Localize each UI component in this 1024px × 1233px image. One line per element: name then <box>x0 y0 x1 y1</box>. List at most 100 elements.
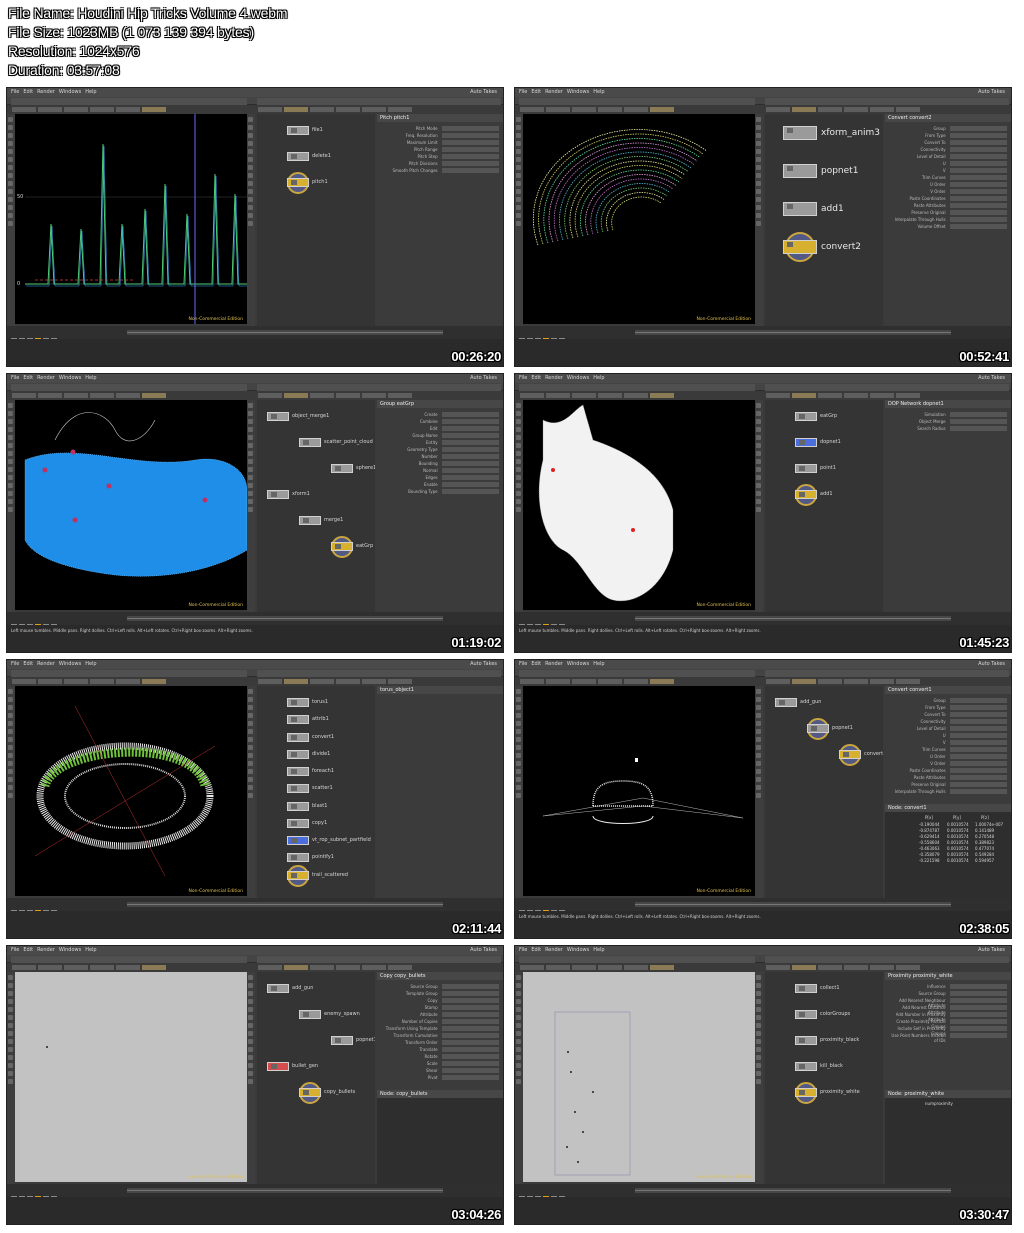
parameter-field[interactable] <box>950 740 1007 745</box>
parameter-row[interactable]: Pitch Range <box>381 147 499 152</box>
network-node[interactable] <box>287 853 309 863</box>
parameter-field[interactable] <box>950 168 1007 173</box>
parameter-pane[interactable]: Convert convert2 Group From Type Convert To… <box>885 114 1011 326</box>
viewport-tools[interactable] <box>515 114 523 326</box>
timeline-slider[interactable] <box>635 1188 951 1193</box>
network-editor[interactable]: torus1 attrib1 convert1 divide1 foreach1 scat… <box>257 686 375 898</box>
scene-viewport[interactable]: Non-Commercial Edition <box>523 400 755 610</box>
parameter-row[interactable]: From Type <box>889 133 1007 138</box>
parameter-row[interactable]: Object Merge <box>889 419 1007 424</box>
parameter-row[interactable]: Include Self in Proximity Groups <box>889 1026 1007 1036</box>
parameter-row[interactable]: Convert To <box>889 140 1007 145</box>
parameter-field[interactable] <box>950 998 1007 1003</box>
pane-tabs[interactable] <box>11 956 247 970</box>
parameter-field[interactable] <box>442 998 499 1003</box>
parameter-row[interactable]: Copy <box>381 998 499 1003</box>
parameter-field[interactable] <box>950 196 1007 201</box>
scene-viewport[interactable]: Non-Commercial Edition <box>15 972 247 1182</box>
parameter-row[interactable]: U <box>889 733 1007 738</box>
parameter-row[interactable]: Pitch Mode <box>381 126 499 131</box>
menu-item[interactable]: Edit <box>23 947 33 953</box>
menu-item[interactable]: File <box>519 947 527 953</box>
parameter-field[interactable] <box>442 1068 499 1073</box>
viewport-tools[interactable] <box>7 400 15 612</box>
parameter-row[interactable]: Bounding Type <box>381 489 499 494</box>
network-tabs[interactable] <box>765 956 1009 970</box>
parameter-row[interactable]: Number <box>381 454 499 459</box>
parameter-row[interactable]: Group <box>889 126 1007 131</box>
parameter-row[interactable]: Volume Offset <box>889 224 1007 229</box>
network-node[interactable] <box>287 784 309 794</box>
timeline-slider[interactable] <box>127 616 443 621</box>
menu-item[interactable]: Help <box>593 375 604 381</box>
network-node[interactable] <box>287 767 309 777</box>
parameter-row[interactable]: Add Nearest Neighbour Attribute <box>889 998 1007 1008</box>
parameter-field[interactable] <box>950 175 1007 180</box>
parameter-field[interactable] <box>442 1026 499 1031</box>
network-node[interactable] <box>299 438 321 447</box>
parameter-row[interactable]: Trim Curves <box>889 747 1007 752</box>
network-node[interactable] <box>299 1088 321 1097</box>
network-node[interactable] <box>795 1062 817 1071</box>
network-node[interactable] <box>795 1088 817 1097</box>
parameter-field[interactable] <box>442 426 499 431</box>
parameter-pane[interactable]: torus_object1 <box>377 686 503 898</box>
network-node[interactable] <box>795 490 817 499</box>
menu-item[interactable]: Edit <box>531 661 541 667</box>
parameter-row[interactable]: Normal <box>381 468 499 473</box>
network-node[interactable] <box>795 1010 817 1019</box>
menu-item[interactable]: Render <box>37 89 55 95</box>
parameter-field[interactable] <box>950 133 1007 138</box>
playbar[interactable] <box>515 326 1011 344</box>
network-node[interactable] <box>795 412 817 421</box>
parameter-field[interactable] <box>442 468 499 473</box>
menu-item[interactable]: Windows <box>59 89 81 95</box>
scene-viewport[interactable]: Non-Commercial Edition <box>15 686 247 896</box>
scene-viewport[interactable]: Non-Commercial Edition <box>523 114 755 324</box>
parameter-field[interactable] <box>442 433 499 438</box>
scene-viewport[interactable]: Non-Commercial Edition <box>523 972 755 1182</box>
network-tabs[interactable] <box>257 670 501 684</box>
menu-item[interactable]: File <box>519 661 527 667</box>
network-node[interactable] <box>287 698 309 707</box>
parameter-field[interactable] <box>950 698 1007 703</box>
network-tabs[interactable] <box>765 670 1009 684</box>
menu-item[interactable]: File <box>11 375 19 381</box>
parameter-field[interactable] <box>442 419 499 424</box>
playbar[interactable] <box>515 612 1011 630</box>
parameter-row[interactable]: Connectivity <box>889 719 1007 724</box>
parameter-row[interactable]: Entity <box>381 440 499 445</box>
display-options[interactable] <box>247 114 255 326</box>
parameter-row[interactable]: Paste Coordinates <box>889 768 1007 773</box>
parameter-field[interactable] <box>442 154 499 159</box>
parameter-row[interactable]: Maximum Limit <box>381 140 499 145</box>
parameter-row[interactable]: Shear <box>381 1068 499 1073</box>
parameter-field[interactable] <box>950 782 1007 787</box>
parameter-field[interactable] <box>950 1026 1007 1031</box>
parameter-field[interactable] <box>950 733 1007 738</box>
network-node[interactable] <box>331 1036 353 1045</box>
viewport-tools[interactable] <box>515 400 523 612</box>
parameter-field[interactable] <box>442 1019 499 1024</box>
parameter-field[interactable] <box>442 1012 499 1017</box>
parameter-field[interactable] <box>950 147 1007 152</box>
parameter-field[interactable] <box>950 412 1007 417</box>
network-editor[interactable]: add_gun enemy_spawn popnet1 bullet_gen copy_… <box>257 972 375 1184</box>
parameter-row[interactable]: Stamp <box>381 1005 499 1010</box>
menu-item[interactable]: Windows <box>59 947 81 953</box>
parameter-field[interactable] <box>950 789 1007 794</box>
parameter-field[interactable] <box>442 440 499 445</box>
menu-item[interactable]: Render <box>545 661 563 667</box>
parameter-field[interactable] <box>950 754 1007 759</box>
pane-tabs[interactable] <box>11 670 247 684</box>
spreadsheet-panel[interactable]: Node: copy_bullets <box>377 1090 503 1184</box>
parameter-row[interactable]: Trim Curves <box>889 175 1007 180</box>
parameter-field[interactable] <box>442 1005 499 1010</box>
menu-item[interactable]: Edit <box>23 375 33 381</box>
parameter-field[interactable] <box>442 412 499 417</box>
network-tabs[interactable] <box>257 956 501 970</box>
display-options[interactable] <box>755 686 763 898</box>
parameter-row[interactable]: Geometry Type <box>381 447 499 452</box>
network-node[interactable] <box>775 698 797 707</box>
parameter-row[interactable]: Add Nearest Distance Attribute <box>889 1005 1007 1015</box>
